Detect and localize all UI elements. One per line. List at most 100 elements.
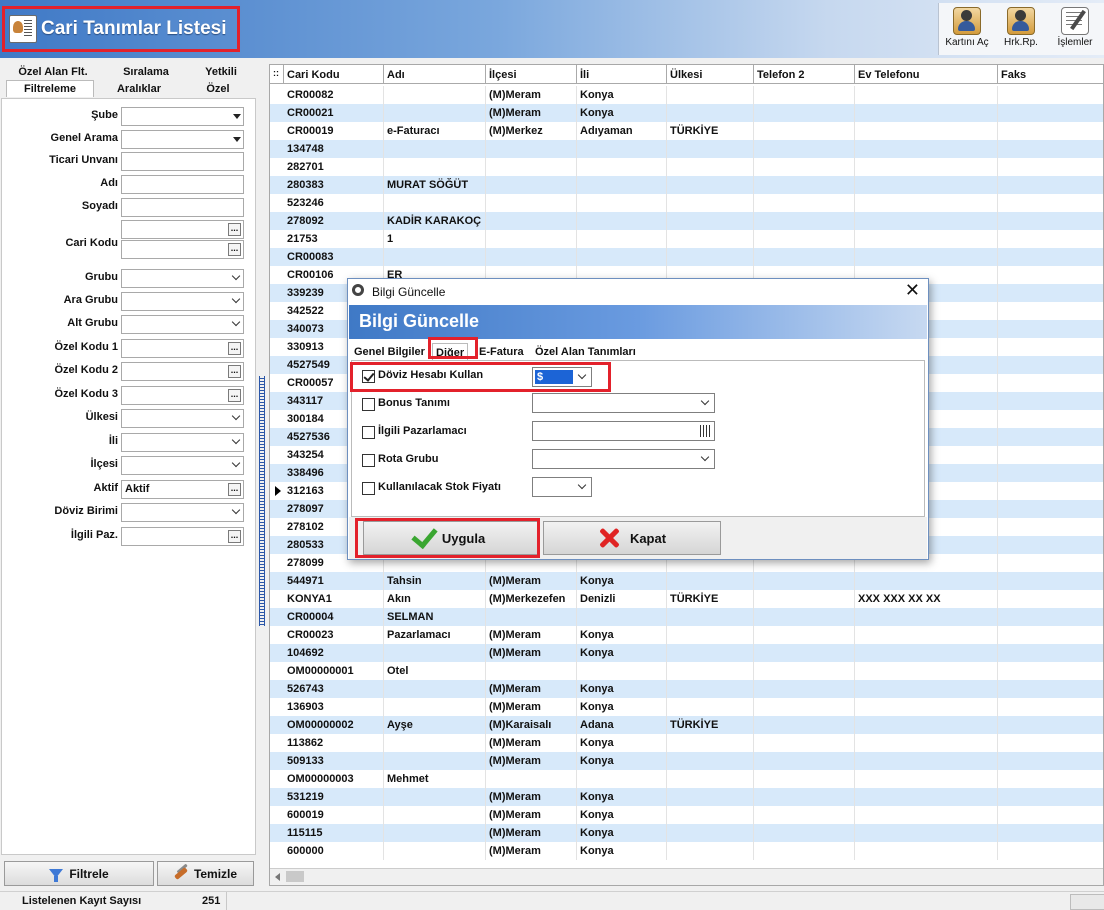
ellipsis-icon[interactable]: ... [228,243,241,256]
table-row[interactable]: 282701 [270,158,1103,176]
filter-input[interactable] [121,130,244,149]
operations-button[interactable]: İşlemler [1049,3,1101,55]
ellipsis-icon[interactable]: ... [228,389,241,402]
chevron-down-icon[interactable] [231,294,241,304]
filter-input[interactable]: ... [121,527,244,546]
chevron-down-icon[interactable] [231,271,241,281]
clear-button[interactable]: Temizle [157,861,254,886]
movement-report-button[interactable]: Hrk.Rp. [995,3,1047,55]
ellipsis-icon[interactable]: ... [228,530,241,543]
filter-input[interactable] [121,198,244,217]
currency-select[interactable]: $ [532,367,592,387]
panel-splitter[interactable] [256,58,268,888]
table-row[interactable]: KONYA1 Akın (M)Merkezefen Denizli TÜRKİYE XXX… [270,590,1103,608]
tab-authorized[interactable]: Yetkili [192,64,250,80]
column-header[interactable]: Ev Telefonu [855,65,998,83]
column-header[interactable]: İlçesi [486,65,577,83]
chevron-down-icon[interactable] [231,411,241,421]
table-row[interactable]: 280383 MURAT SÖĞÜT [270,176,1103,194]
chevron-down-icon[interactable] [231,505,241,515]
chevron-down-icon[interactable] [231,435,241,445]
column-header[interactable]: Telefon 2 [754,65,855,83]
filter-input[interactable]: Aktif... [121,480,244,499]
column-header[interactable]: Cari Kodu [284,65,384,83]
column-header[interactable]: İli [577,65,667,83]
close-icon[interactable]: ✕ [905,281,920,299]
filter-button[interactable]: Filtrele [4,861,154,886]
filter-input[interactable] [121,433,244,452]
dropdown-arrow-icon[interactable] [233,137,241,142]
splitter-grip[interactable] [259,376,265,626]
table-row[interactable]: CR00021 (M)Meram Konya [270,104,1103,122]
dropdown-arrow-icon[interactable] [233,114,241,119]
table-row[interactable]: OM00000001 Otel [270,662,1103,680]
table-row[interactable]: CR00019 e-Faturacı (M)Merkez Adıyaman TÜRKİY… [270,122,1103,140]
salesperson-field[interactable] [532,421,715,441]
filter-input[interactable] [121,409,244,428]
horizontal-scrollbar[interactable] [270,868,1103,885]
filter-input[interactable]: ... [121,240,244,259]
table-row[interactable]: 523246 [270,194,1103,212]
tab-filtering[interactable]: Filtreleme [6,80,94,97]
tab-custom[interactable]: Özel [186,81,250,97]
tab-sorting[interactable]: Sıralama [104,64,188,80]
table-row[interactable]: 134748 [270,140,1103,158]
ellipsis-icon[interactable]: ... [228,342,241,355]
scroll-thumb[interactable] [286,871,304,882]
filter-input[interactable] [121,107,244,126]
tab-other[interactable]: Diğer [432,343,469,361]
table-row[interactable]: 113862 (M)Meram Konya [270,734,1103,752]
filter-input[interactable] [121,269,244,288]
route-group-checkbox[interactable] [362,454,375,467]
apply-button[interactable]: Uygula [363,521,539,555]
table-row[interactable]: 278092 KADİR KARAKOÇ [270,212,1103,230]
open-card-button[interactable]: Kartını Aç [941,3,993,55]
tab-custom-field-filter[interactable]: Özel Alan Flt. [6,64,100,80]
filter-input[interactable] [121,292,244,311]
chevron-down-icon[interactable] [231,458,241,468]
table-row[interactable]: CR00083 [270,248,1103,266]
tab-e-invoice[interactable]: E-Fatura [476,343,527,360]
table-row[interactable]: CR00082 (M)Meram Konya [270,86,1103,104]
filter-input[interactable] [121,456,244,475]
table-row[interactable]: 509133 (M)Meram Konya [270,752,1103,770]
bonus-checkbox[interactable] [362,398,375,411]
table-row[interactable]: 544971 Tahsin (M)Meram Konya [270,572,1103,590]
bonus-select[interactable] [532,393,715,413]
column-header[interactable]: Ülkesi [667,65,754,83]
stock-price-select[interactable] [532,477,592,497]
table-row[interactable]: 21753 1 [270,230,1103,248]
table-row[interactable]: 526743 (M)Meram Konya [270,680,1103,698]
close-button[interactable]: Kapat [543,521,721,555]
table-row[interactable]: 104692 (M)Meram Konya [270,644,1103,662]
filter-input[interactable] [121,503,244,522]
filter-input[interactable]: ... [121,362,244,381]
table-row[interactable]: 600019 (M)Meram Konya [270,806,1103,824]
tab-general-info[interactable]: Genel Bilgiler [351,343,428,360]
currency-account-checkbox[interactable] [362,370,375,383]
tab-ranges[interactable]: Aralıklar [96,81,182,97]
chevron-down-icon[interactable] [231,317,241,327]
column-header[interactable]: Adı [384,65,486,83]
scroll-left-icon[interactable] [275,873,280,881]
route-group-select[interactable] [532,449,715,469]
salesperson-checkbox[interactable] [362,426,375,439]
stock-price-checkbox[interactable] [362,482,375,495]
column-header[interactable]: Faks [998,65,1103,83]
filter-input[interactable]: ... [121,386,244,405]
filter-input[interactable]: ... [121,220,244,239]
table-row[interactable]: 136903 (M)Meram Konya [270,698,1103,716]
table-row[interactable]: 531219 (M)Meram Konya [270,788,1103,806]
table-row[interactable]: CR00004 SELMAN [270,608,1103,626]
filter-input[interactable]: ... [121,339,244,358]
table-row[interactable]: CR00023 Pazarlamacı (M)Meram Konya [270,626,1103,644]
ellipsis-icon[interactable]: ... [228,223,241,236]
table-row[interactable]: OM00000002 Ayşe (M)Karaisalı Adana TÜRKİYE [270,716,1103,734]
table-row[interactable]: 600000 (M)Meram Konya [270,842,1103,860]
filter-input[interactable] [121,152,244,171]
ellipsis-icon[interactable]: ... [228,365,241,378]
filter-input[interactable] [121,315,244,334]
ellipsis-icon[interactable]: ... [228,483,241,496]
table-row[interactable]: 115115 (M)Meram Konya [270,824,1103,842]
lookup-icon[interactable] [700,425,711,437]
